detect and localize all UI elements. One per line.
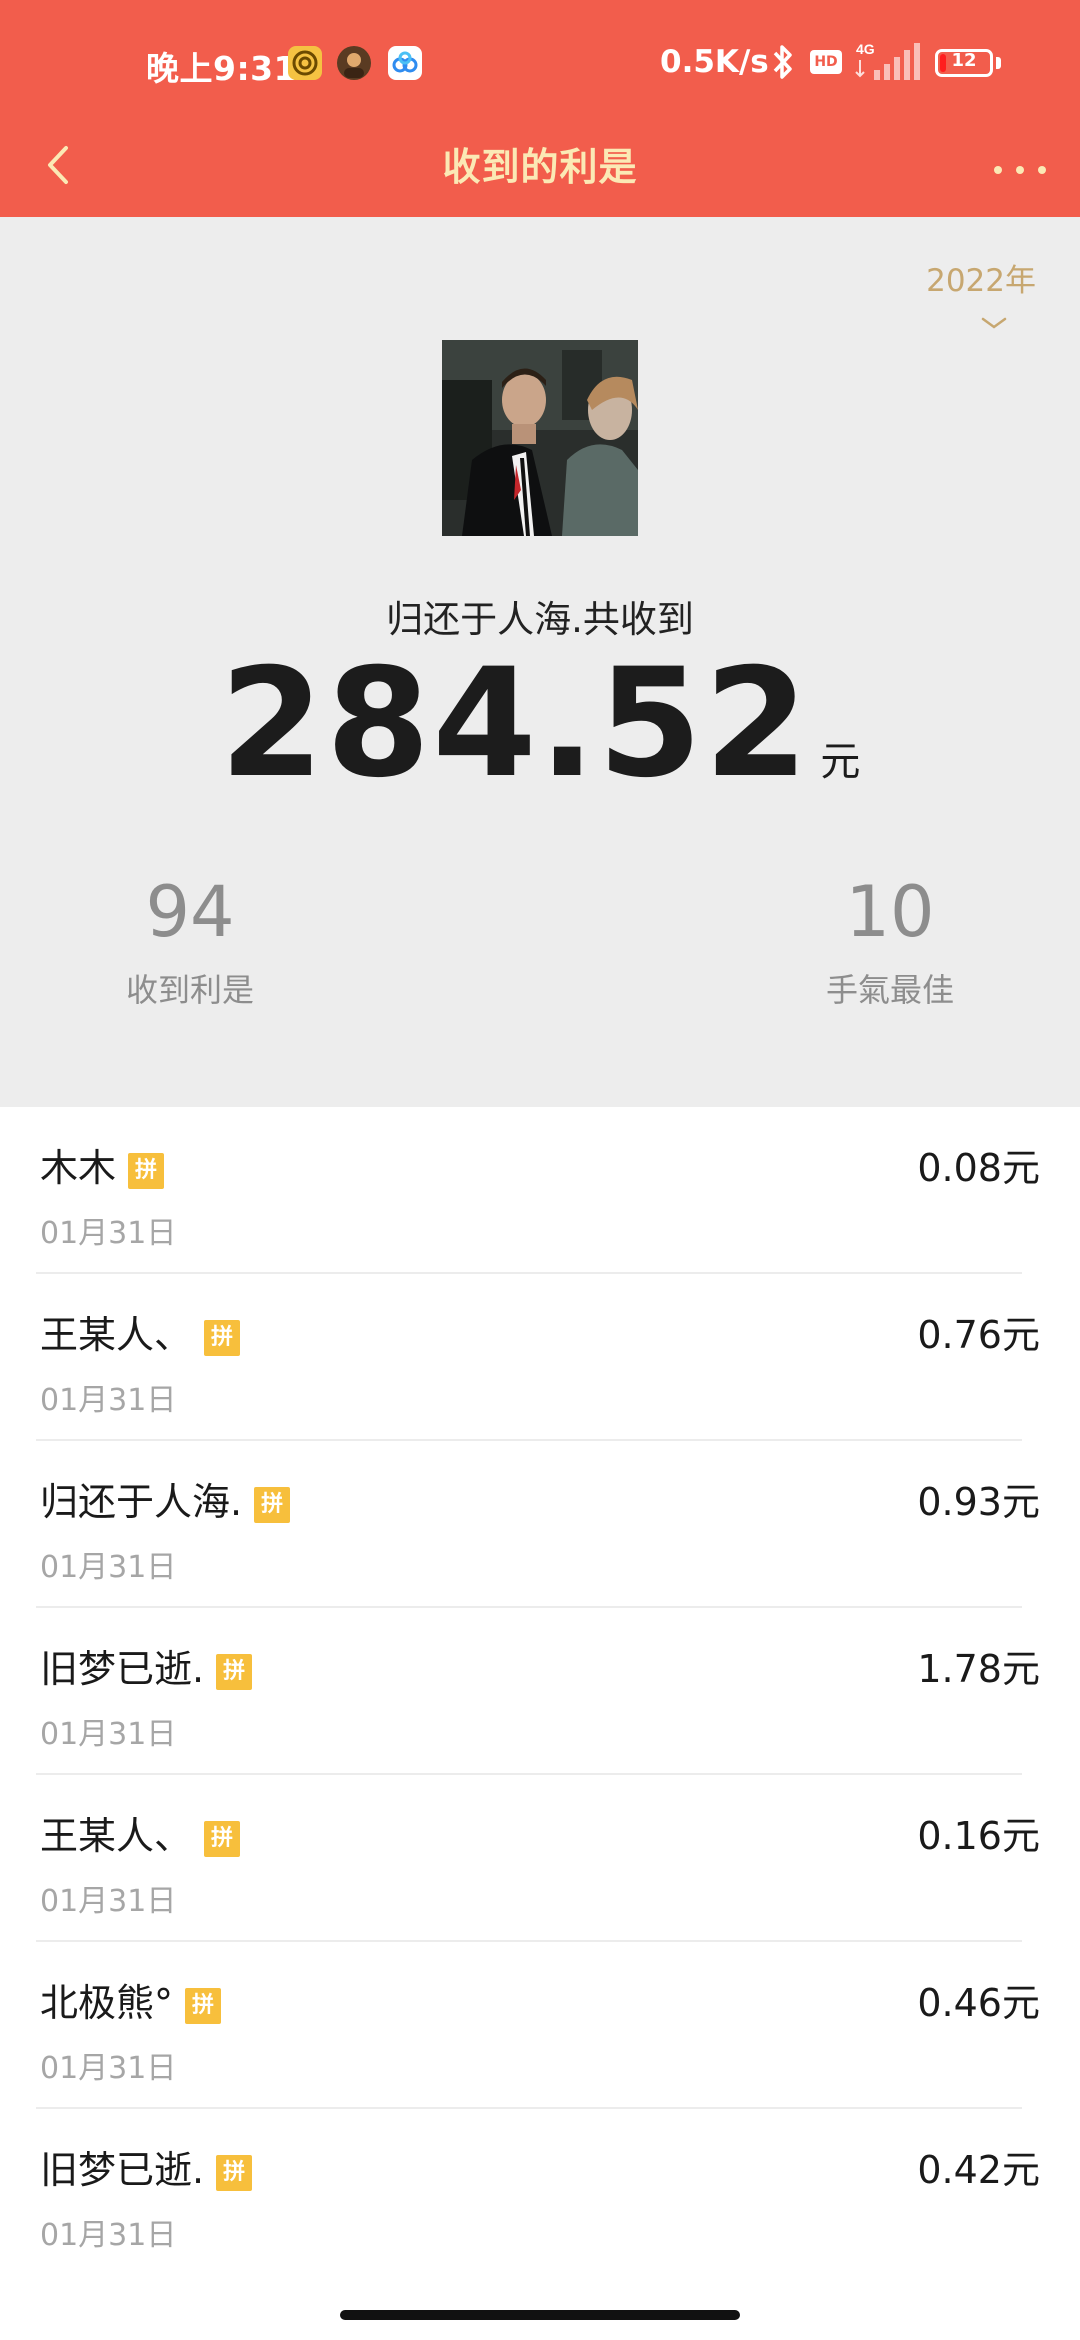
nav-bar: 收到的利是 [0,120,1080,217]
record-amount: 0.46元 [917,1981,1040,2025]
hd-voice-icon: HD [810,50,842,74]
home-indicator[interactable] [340,2310,740,2320]
sender-name: 旧梦已逝. 拼 [40,2139,253,2194]
record-amount: 0.93元 [917,1480,1040,1524]
group-badge: 拼 [204,1320,241,1356]
sender-name: 北极熊° 拼 [40,1972,222,2027]
received-count-stat: 94 收到利是 [70,877,310,1011]
list-item[interactable]: 旧梦已逝. 拼 01月31日 0.42元 [0,2109,1080,2276]
list-item[interactable]: 北极熊° 拼 01月31日 0.46元 [0,1942,1080,2109]
record-date: 01月31日 [40,2218,177,2253]
net-speed: 0.5K/s [660,44,769,80]
record-date: 01月31日 [40,1884,177,1919]
year-label: 2022年 [926,263,1036,299]
network-type: 4G [856,41,875,57]
group-badge: 拼 [216,1654,253,1690]
sender-name-text: 归还于人海. [40,1480,243,1524]
list-item[interactable]: 木木拼 01月31日 0.08元 [0,1107,1080,1274]
more-dot [1038,166,1046,174]
status-time: 晚上9:31 [146,49,298,88]
bluetooth-icon [768,42,798,86]
best-luck-value: 10 [845,871,935,953]
total-amount-row: 284.52 元 [0,649,1080,799]
avatar [442,340,638,536]
list-item[interactable]: 归还于人海. 拼 01月31日 0.93元 [0,1441,1080,1608]
chevron-down-icon [981,317,1007,329]
record-date: 01月31日 [40,1383,177,1418]
best-luck-stat: 10 手氣最佳 [770,877,1010,1011]
sender-name-text: 王某人、 [40,1814,193,1858]
more-button[interactable] [990,138,1054,198]
record-date: 01月31日 [40,1717,177,1752]
signal-icon: 4G [854,40,926,88]
more-dot [1016,166,1024,174]
year-selector[interactable]: 2022年 [916,255,1036,355]
list-item[interactable]: 旧梦已逝. 拼 01月31日 1.78元 [0,1608,1080,1775]
total-amount: 284.52 [219,637,811,811]
group-badge: 拼 [204,1821,241,1857]
sender-name-text: 北极熊° [40,1981,174,2025]
battery-level: 12 [951,50,977,71]
record-amount: 0.42元 [917,2148,1040,2192]
group-badge: 拼 [254,1487,291,1523]
received-label: 归还于人海.共收到 [386,598,694,641]
bottom-safe-area [0,2300,1080,2340]
best-luck-label: 手氣最佳 [825,971,954,1009]
battery-tip [996,57,1001,69]
avatar-app-icon [337,46,371,80]
amount-unit: 元 [820,739,861,785]
record-amount: 0.16元 [917,1814,1040,1858]
sender-name: 木木拼 [40,1137,165,1192]
record-list: 木木拼 01月31日 0.08元 王某人、拼 01月31日 0.76元 归还于人… [0,1107,1080,2300]
record-amount: 0.76元 [917,1313,1040,1357]
list-item[interactable]: 王某人、拼 01月31日 0.16元 [0,1775,1080,1942]
page-title: 收到的利是 [442,145,638,189]
sender-name-text: 王某人、 [40,1313,193,1357]
list-item[interactable]: 王某人、拼 01月31日 0.76元 [0,1274,1080,1441]
summary-panel: 2022年 归还于人海.共收到 284.52 元 94 收到利是 10 手氣最佳 [0,217,1080,1107]
status-bar: 晚上9:31 0.5K/s HD 4G 12 [0,0,1080,130]
group-badge: 拼 [185,1988,222,2024]
received-count-label: 收到利是 [125,971,254,1009]
target-app-icon [288,46,322,80]
sender-name: 王某人、拼 [40,1805,241,1860]
sender-name: 王某人、拼 [40,1304,241,1359]
record-amount: 0.08元 [917,1146,1040,1190]
sender-name-text: 旧梦已逝. [40,2148,205,2192]
battery-icon: 12 [935,49,993,77]
app-header: 晚上9:31 0.5K/s HD 4G 12 收到的利是 [0,0,1080,217]
record-date: 01月31日 [40,2051,177,2086]
cloud-app-icon [388,46,422,80]
record-date: 01月31日 [40,1216,177,1251]
record-amount: 1.78元 [917,1647,1040,1691]
received-count-value: 94 [145,871,235,953]
sender-name-text: 旧梦已逝. [40,1647,205,1691]
sender-name: 旧梦已逝. 拼 [40,1638,253,1693]
group-badge: 拼 [128,1153,165,1189]
sender-name: 归还于人海. 拼 [40,1471,291,1526]
record-date: 01月31日 [40,1550,177,1585]
more-dots-icon [994,166,1002,174]
group-badge: 拼 [216,2155,253,2191]
sender-name-text: 木木 [40,1146,117,1190]
